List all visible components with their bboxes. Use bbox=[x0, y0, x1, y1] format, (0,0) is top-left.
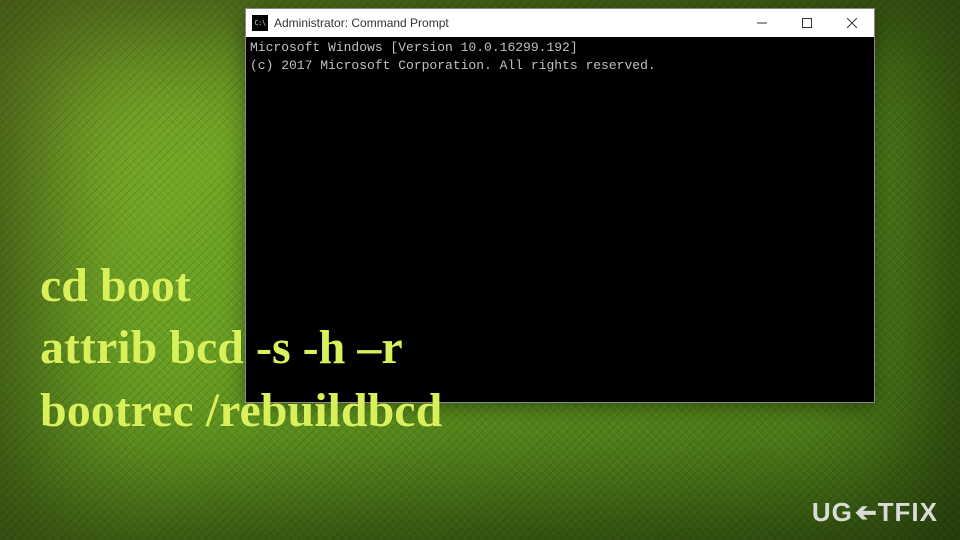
cmd-icon: C:\ bbox=[252, 15, 268, 31]
overlay-command-3: bootrec /rebuildbcd bbox=[40, 380, 442, 442]
console-line: (c) 2017 Microsoft Corporation. All righ… bbox=[250, 58, 656, 73]
title-bar[interactable]: C:\ Administrator: Command Prompt bbox=[246, 9, 874, 37]
overlay-command-1: cd boot bbox=[40, 255, 442, 317]
watermark-part1: UG bbox=[812, 497, 853, 528]
close-icon bbox=[847, 18, 857, 28]
command-overlay: cd boot attrib bcd -s -h –r bootrec /reb… bbox=[40, 255, 442, 442]
minimize-icon bbox=[757, 18, 767, 28]
maximize-icon bbox=[802, 18, 812, 28]
minimize-button[interactable] bbox=[739, 9, 784, 37]
close-button[interactable] bbox=[829, 9, 874, 37]
console-line: Microsoft Windows [Version 10.0.16299.19… bbox=[250, 40, 578, 55]
watermark-part2: TFIX bbox=[878, 497, 938, 528]
watermark-logo: UG➔TFIX bbox=[812, 497, 938, 528]
maximize-button[interactable] bbox=[784, 9, 829, 37]
overlay-command-2: attrib bcd -s -h –r bbox=[40, 317, 442, 379]
arrow-icon: ➔ bbox=[854, 497, 877, 528]
window-title: Administrator: Command Prompt bbox=[274, 16, 449, 30]
